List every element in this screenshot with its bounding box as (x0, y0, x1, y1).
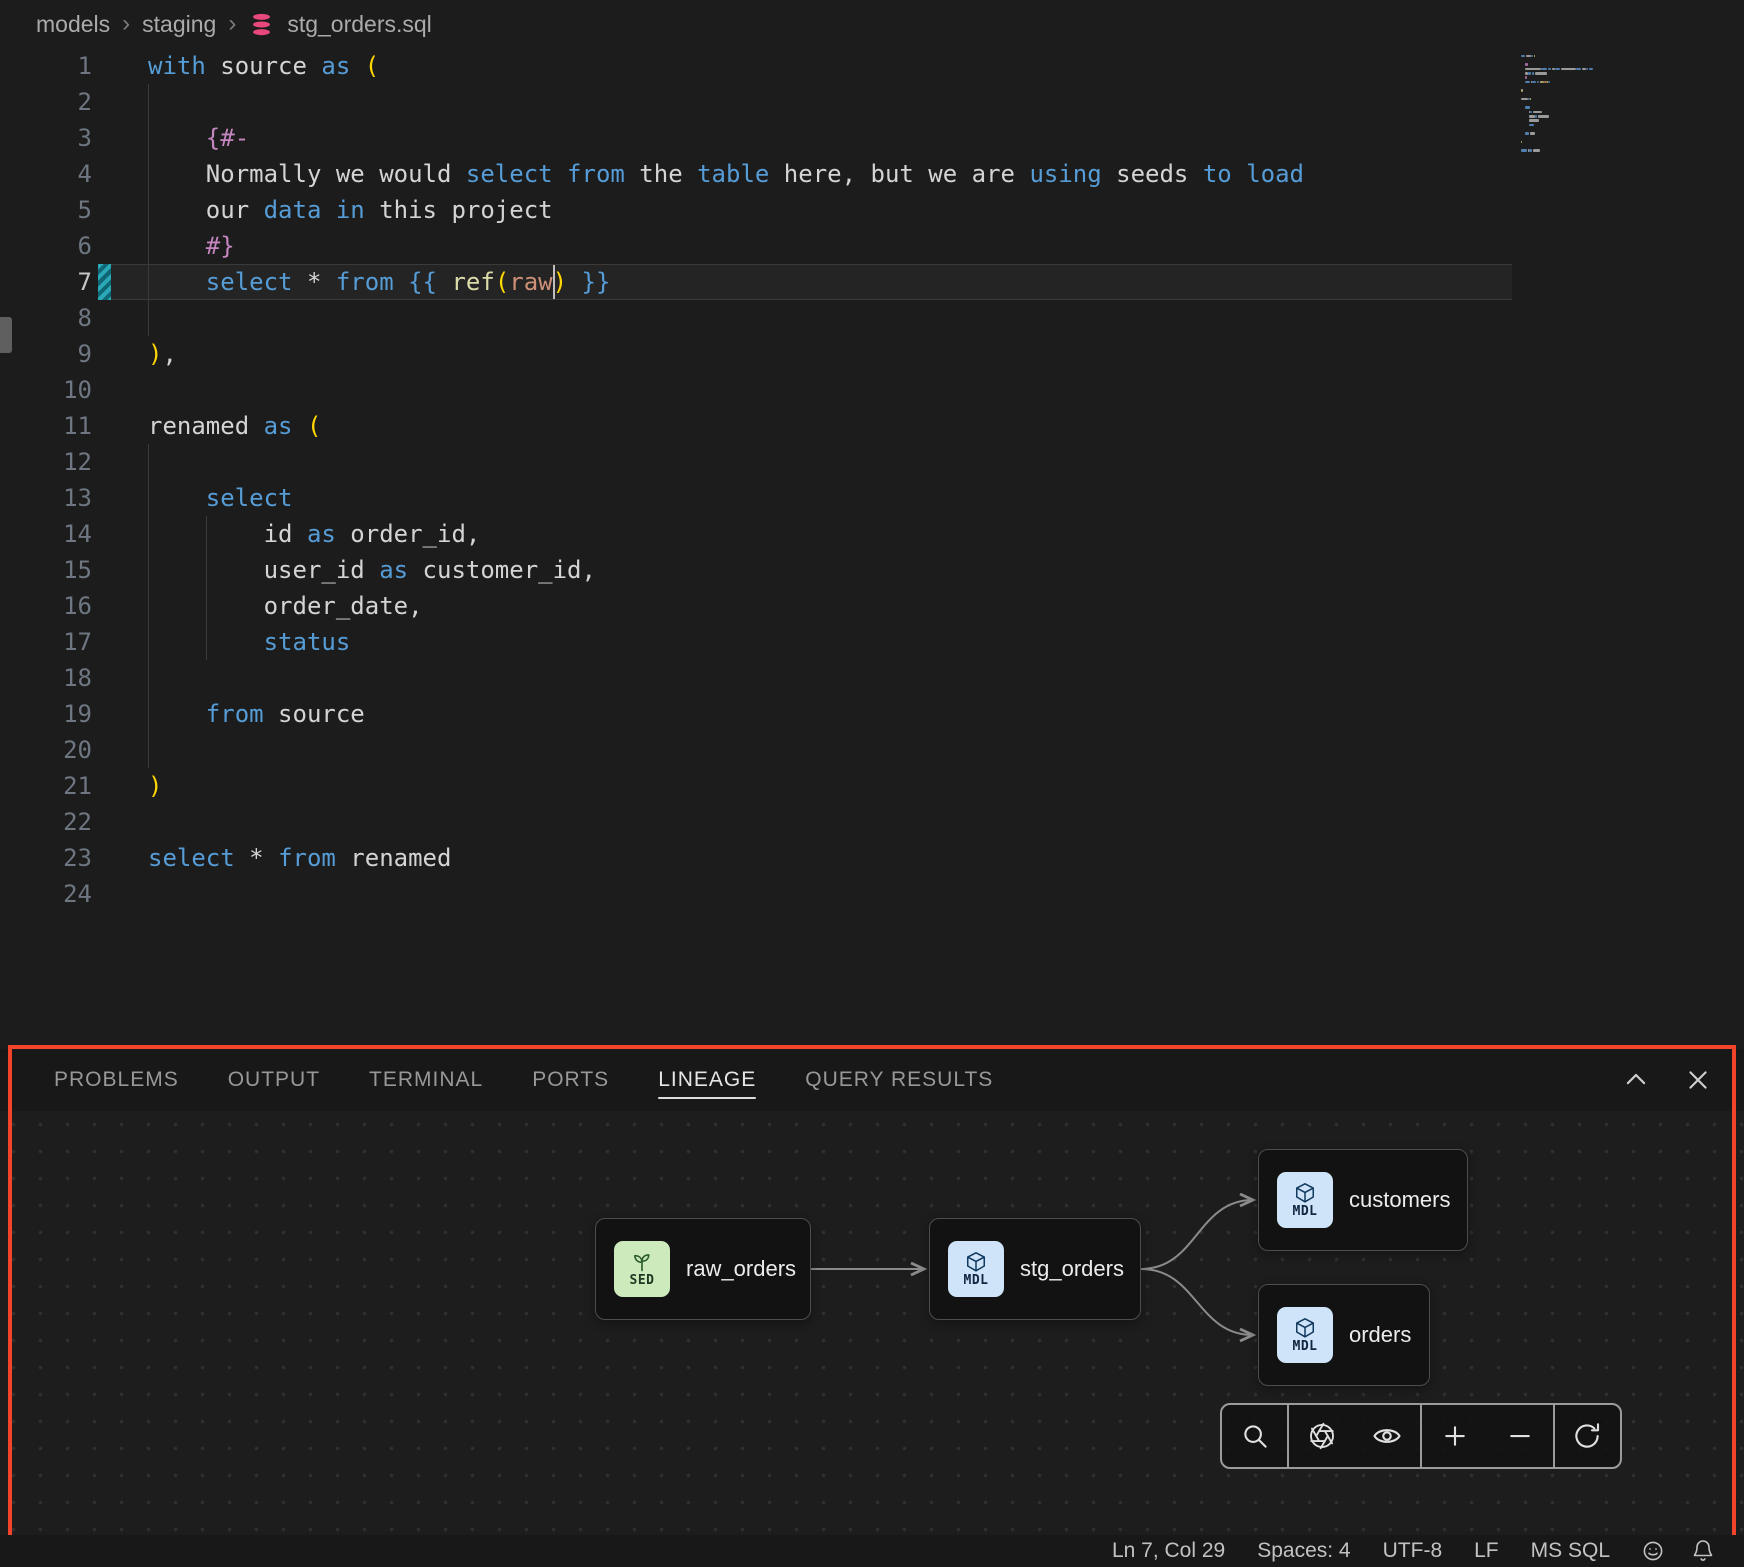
eye-button[interactable] (1355, 1405, 1420, 1467)
status-item-utf-8[interactable]: UTF-8 (1383, 1535, 1443, 1567)
indent-guides (104, 48, 1744, 1049)
line-number: 11 (0, 408, 92, 444)
zoom-in-button[interactable] (1420, 1405, 1487, 1467)
line-number: 14 (0, 516, 92, 552)
line-number: 18 (0, 660, 92, 696)
code-editor[interactable]: 123456789101112131415161718192021222324 … (0, 48, 1744, 1049)
aperture-button[interactable] (1287, 1405, 1354, 1467)
breadcrumb: models › staging › stg_orders.sql (0, 0, 1744, 48)
line-number: 9 (0, 336, 92, 372)
node-label: customers (1349, 1187, 1450, 1213)
badge-label: MDL (1293, 1340, 1318, 1354)
line-number: 3 (0, 120, 92, 156)
cube-icon (1294, 1181, 1316, 1205)
zoom-out-button[interactable] (1487, 1405, 1552, 1467)
breadcrumb-separator: › (122, 10, 130, 38)
panel-tab-bar: PROBLEMS OUTPUT TERMINAL PORTS LINEAGE QUERY … (0, 1049, 1744, 1111)
indent-guide (206, 516, 207, 660)
lineage-edges (0, 1111, 1744, 1535)
indent-guide (148, 444, 149, 768)
bottom-panel: PROBLEMS OUTPUT TERMINAL PORTS LINEAGE QUERY … (0, 1049, 1744, 1535)
cube-icon (965, 1250, 987, 1274)
line-number: 7 (0, 264, 92, 300)
badge-label: MDL (964, 1274, 989, 1288)
lineage-node-customers[interactable]: MDL customers (1258, 1149, 1468, 1251)
lineage-node-orders[interactable]: MDL orders (1258, 1284, 1430, 1386)
bell-icon[interactable] (1690, 1538, 1716, 1564)
refresh-button[interactable] (1553, 1405, 1620, 1467)
modified-line-marker (98, 264, 111, 300)
text-cursor (553, 265, 555, 299)
close-icon[interactable] (1682, 1064, 1714, 1096)
line-number: 19 (0, 696, 92, 732)
line-number: 8 (0, 300, 92, 336)
indent-guide (148, 84, 149, 336)
line-number: 15 (0, 552, 92, 588)
line-number: 24 (0, 876, 92, 912)
line-number: 5 (0, 192, 92, 228)
line-number: 17 (0, 624, 92, 660)
feedback-smiley-icon[interactable] (1640, 1538, 1666, 1564)
status-item-lf[interactable]: LF (1474, 1535, 1499, 1567)
search-button[interactable] (1222, 1405, 1287, 1467)
node-label: stg_orders (1020, 1256, 1124, 1282)
statusbar-icons (1640, 1538, 1716, 1564)
node-label: orders (1349, 1322, 1411, 1348)
database-icon (248, 11, 275, 38)
line-number: 12 (0, 444, 92, 480)
badge-label: MDL (1293, 1205, 1318, 1219)
line-number: 2 (0, 84, 92, 120)
seed-icon: SED (614, 1241, 670, 1297)
model-icon: MDL (948, 1241, 1004, 1297)
line-number: 21 (0, 768, 92, 804)
model-icon: MDL (1277, 1172, 1333, 1228)
panel-tab-query-results[interactable]: QUERY RESULTS (805, 1049, 993, 1111)
status-item-ln-7-col-29[interactable]: Ln 7, Col 29 (1112, 1535, 1225, 1567)
panel-tab-lineage[interactable]: LINEAGE (658, 1049, 756, 1111)
line-number: 13 (0, 480, 92, 516)
lineage-node-raw_orders[interactable]: SED raw_orders (595, 1218, 811, 1320)
model-icon: MDL (1277, 1307, 1333, 1363)
breadcrumb-item[interactable]: staging (142, 11, 216, 38)
chevron-up-icon[interactable] (1620, 1064, 1652, 1096)
panel-tab-ports[interactable]: PORTS (532, 1049, 609, 1111)
node-label: raw_orders (686, 1256, 796, 1282)
cube-icon (1294, 1316, 1316, 1340)
lineage-canvas[interactable]: SEDraw_ordersMDLstg_ordersMDLcustomersMD… (0, 1111, 1744, 1535)
lineage-toolbar (1220, 1403, 1622, 1469)
lineage-edge (1141, 1269, 1253, 1335)
badge-label: SED (630, 1274, 655, 1288)
lineage-edge (1141, 1200, 1253, 1269)
line-number: 10 (0, 372, 92, 408)
status-item-spaces-4[interactable]: Spaces: 4 (1257, 1535, 1350, 1567)
status-bar: Ln 7, Col 29 Spaces: 4 UTF-8 LF MS SQL (0, 1535, 1744, 1567)
line-number: 4 (0, 156, 92, 192)
editor-code-area[interactable]: with source as ( {#- Normally we would s… (104, 48, 1744, 1049)
panel-tab-output[interactable]: OUTPUT (228, 1049, 320, 1111)
line-number: 1 (0, 48, 92, 84)
panel-tab-terminal[interactable]: TERMINAL (369, 1049, 483, 1111)
breadcrumb-item[interactable]: models (36, 11, 110, 38)
line-number: 20 (0, 732, 92, 768)
left-edge-decoration (0, 317, 12, 353)
sprout-icon (631, 1250, 653, 1274)
editor-gutter: 123456789101112131415161718192021222324 (0, 48, 104, 912)
status-item-ms-sql[interactable]: MS SQL (1531, 1535, 1610, 1567)
lineage-node-stg_orders[interactable]: MDL stg_orders (929, 1218, 1141, 1320)
line-number: 6 (0, 228, 92, 264)
line-number: 16 (0, 588, 92, 624)
panel-header-icons (1620, 1064, 1714, 1096)
panel-tab-problems[interactable]: PROBLEMS (54, 1049, 179, 1111)
minimap[interactable] (1521, 48, 1681, 157)
line-number: 22 (0, 804, 92, 840)
breadcrumb-separator: › (228, 10, 236, 38)
breadcrumb-item[interactable]: stg_orders.sql (287, 11, 431, 38)
line-number: 23 (0, 840, 92, 876)
statusbar-items: Ln 7, Col 29 Spaces: 4 UTF-8 LF MS SQL (1112, 1535, 1610, 1567)
panel-tabs: PROBLEMS OUTPUT TERMINAL PORTS LINEAGE QUERY … (54, 1049, 1042, 1111)
